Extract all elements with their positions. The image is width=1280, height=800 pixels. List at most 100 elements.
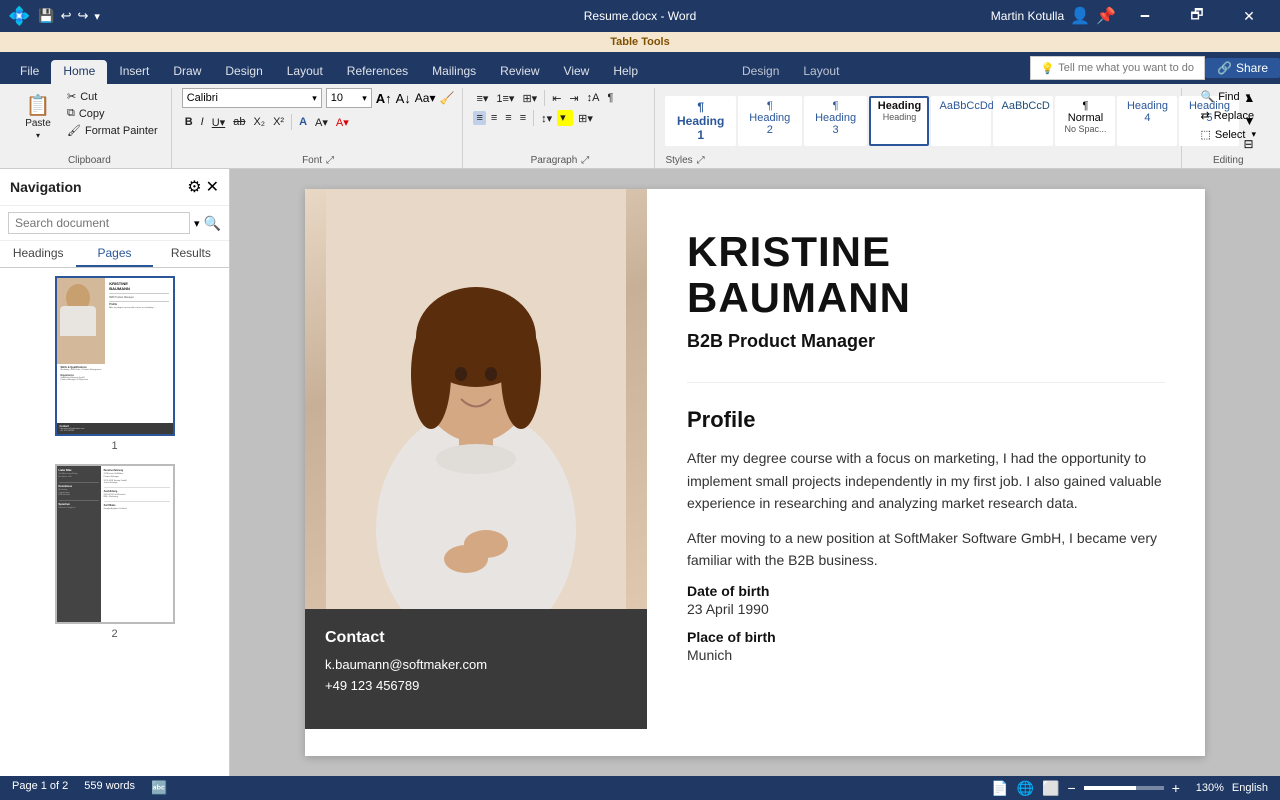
spelling-icon[interactable]: 🔤	[151, 780, 167, 796]
bold-button[interactable]: B	[182, 115, 196, 129]
page-2-thumb[interactable]: Liebe Silke Viel Ableistung Erfolgfür di…	[55, 464, 175, 624]
account-icon[interactable]: 👤	[1070, 6, 1090, 26]
qa-undo[interactable]: ↩	[61, 8, 72, 24]
tab-layout-tools[interactable]: Layout	[791, 60, 851, 84]
find-dropdown[interactable]: ▾	[1246, 91, 1251, 102]
grow-font-button[interactable]: A↑	[376, 91, 392, 106]
paste-dropdown-icon[interactable]: ▾	[36, 131, 40, 140]
bullets-button[interactable]: ≡▾	[473, 91, 491, 106]
line-spacing-button[interactable]: ↕▾	[538, 111, 555, 126]
multilevel-button[interactable]: ⊞▾	[519, 91, 540, 106]
clipboard-small-buttons: ✂ Cut ⧉ Copy 🖌 Format Painter	[62, 88, 163, 139]
font-name-selector[interactable]: Calibri ▾	[182, 88, 322, 108]
align-right-button[interactable]: ≡	[502, 111, 514, 125]
decrease-indent-button[interactable]: ⇤	[549, 91, 564, 106]
tab-design-tools[interactable]: Design	[730, 60, 791, 84]
thumb-divider2	[109, 301, 168, 302]
document-area[interactable]: Contact k.baumann@softmaker.com +49 123 …	[230, 169, 1280, 776]
style-heading1[interactable]: ¶ Heading 1	[665, 96, 735, 146]
qa-redo[interactable]: ↪	[78, 8, 89, 24]
font-size-selector[interactable]: 10 ▾	[326, 88, 372, 108]
qa-save[interactable]: 💾	[38, 8, 54, 24]
align-center-button[interactable]: ≡	[488, 111, 500, 125]
superscript-button[interactable]: X²	[270, 115, 287, 129]
style-normal[interactable]: ¶ Normal No Spac...	[1055, 96, 1115, 146]
tab-insert[interactable]: Insert	[107, 60, 161, 84]
replace-button[interactable]: ⇄ Replace	[1192, 107, 1264, 124]
text-highlight-button[interactable]: A▾	[312, 115, 331, 130]
ribbon-toggle[interactable]: 📌	[1096, 6, 1116, 26]
align-left-button[interactable]: ≡	[473, 111, 485, 125]
select-dropdown[interactable]: ▾	[1251, 129, 1256, 140]
tab-design[interactable]: Design	[213, 60, 274, 84]
nav-search-dropdown[interactable]: ▾	[194, 217, 200, 230]
nav-close-icon[interactable]: ✕	[206, 177, 219, 197]
tab-layout[interactable]: Layout	[275, 60, 335, 84]
justify-button[interactable]: ≡	[517, 111, 529, 125]
restore-button[interactable]: 🗗	[1174, 0, 1220, 32]
qa-more[interactable]: ▾	[94, 10, 100, 23]
style-heading3[interactable]: ¶ Heading 3	[804, 96, 868, 146]
show-marks-button[interactable]: ¶	[604, 91, 616, 105]
page-info[interactable]: Page 1 of 2	[12, 780, 68, 796]
language[interactable]: English	[1232, 782, 1268, 794]
search-icon[interactable]: 🔍	[204, 215, 221, 232]
borders-button[interactable]: ⊞▾	[575, 111, 596, 126]
web-layout-icon[interactable]: 🌐	[1017, 780, 1034, 797]
contact-email: k.baumann@softmaker.com	[325, 657, 627, 672]
page-1-thumb[interactable]: KRISTINEBAUMANN B2B Product Manager Prof…	[55, 276, 175, 436]
increase-indent-button[interactable]: ⇥	[566, 91, 581, 106]
underline-button[interactable]: U▾	[209, 115, 228, 130]
format-painter-button[interactable]: 🖌 Format Painter	[62, 122, 163, 139]
focus-mode-icon[interactable]: ⬜	[1042, 780, 1059, 797]
style-heading2[interactable]: ¶ Heading 2	[738, 96, 802, 146]
tab-help[interactable]: Help	[601, 60, 650, 84]
zoom-in-button[interactable]: +	[1172, 780, 1180, 796]
numbering-button[interactable]: 1≡▾	[493, 91, 517, 106]
font-color-button[interactable]: A▾	[333, 115, 352, 130]
sort-button[interactable]: ↕A	[584, 91, 603, 105]
nav-settings-icon[interactable]: ⚙	[187, 177, 201, 197]
paragraph-dialog-launcher[interactable]: ⤢	[581, 155, 589, 166]
font-dialog-launcher[interactable]: ⤢	[326, 155, 334, 166]
tell-me-input[interactable]: 💡 Tell me what you want to do	[1030, 56, 1205, 80]
nav-tab-pages[interactable]: Pages	[76, 241, 152, 267]
share-button[interactable]: 🔗 Share	[1205, 58, 1280, 78]
tab-home[interactable]: Home	[51, 60, 107, 84]
tab-file[interactable]: File	[8, 60, 51, 84]
nav-tab-headings[interactable]: Headings	[0, 241, 76, 267]
nav-search-input[interactable]	[8, 212, 190, 234]
shrink-font-button[interactable]: A↓	[396, 91, 411, 106]
change-case-button[interactable]: Aa▾	[415, 91, 436, 105]
style-aabbccdd[interactable]: AaBbCcDd	[931, 96, 991, 146]
tab-view[interactable]: View	[552, 60, 602, 84]
tab-mailings[interactable]: Mailings	[420, 60, 488, 84]
zoom-slider[interactable]	[1084, 786, 1164, 790]
tab-review[interactable]: Review	[488, 60, 551, 84]
minimize-button[interactable]: 🗕	[1122, 0, 1168, 32]
styles-dialog-launcher[interactable]: ⤢	[697, 155, 705, 166]
tab-references[interactable]: References	[335, 60, 420, 84]
shading-button[interactable]: ▾	[557, 110, 573, 126]
style-selected[interactable]: Heading Heading	[869, 96, 929, 146]
tab-draw[interactable]: Draw	[161, 60, 213, 84]
zoom-percent[interactable]: 130%	[1188, 782, 1224, 794]
find-button[interactable]: 🔍 Find ▾	[1192, 88, 1264, 105]
text-effects-button[interactable]: A	[296, 115, 310, 129]
print-layout-icon[interactable]: 📄	[991, 780, 1008, 797]
strikethrough-button[interactable]: ab	[230, 115, 248, 129]
nav-tab-results[interactable]: Results	[153, 241, 229, 267]
style-heading4[interactable]: Heading 4	[1117, 96, 1177, 146]
copy-button[interactable]: ⧉ Copy	[62, 105, 163, 122]
paste-button[interactable]: 📋 Paste ▾	[16, 88, 60, 148]
subscript-button[interactable]: X₂	[250, 115, 268, 129]
style-aabbccd[interactable]: AaBbCcD	[993, 96, 1053, 146]
cut-button[interactable]: ✂ Cut	[62, 88, 163, 105]
word-count[interactable]: 559 words	[84, 780, 135, 796]
zoom-out-button[interactable]: −	[1068, 780, 1076, 796]
clear-formatting-button[interactable]: 🧹	[439, 91, 454, 105]
main-area: Navigation ⚙ ✕ ▾ 🔍 Headings Pages Result…	[0, 169, 1280, 776]
close-button[interactable]: ✕	[1226, 0, 1272, 32]
italic-button[interactable]: I	[198, 115, 207, 129]
select-button[interactable]: ⬚ Select ▾	[1192, 126, 1264, 143]
